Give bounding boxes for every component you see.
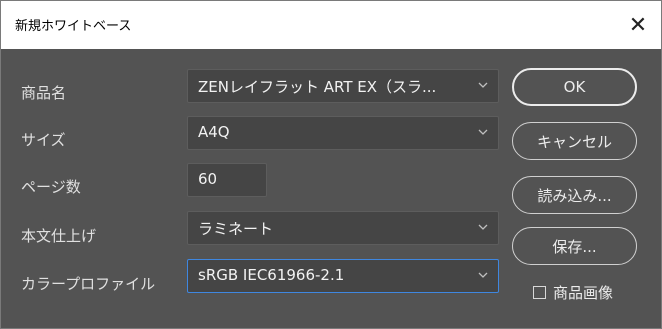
cancel-button[interactable]: キャンセル bbox=[512, 122, 637, 160]
body-finish-label: 本文仕上げ bbox=[21, 227, 97, 245]
color-profile-value: sRGB IEC61966-2.1 bbox=[198, 266, 345, 284]
ok-button[interactable]: OK bbox=[512, 68, 637, 106]
dialog-window: 新規ホワイトベース ✕ 商品名 ZENレイフラット ART EX（スラ... サ… bbox=[0, 0, 662, 329]
load-button[interactable]: 読み込み... bbox=[512, 176, 637, 214]
product-image-option[interactable]: 商品画像 bbox=[533, 282, 613, 302]
page-count-label: ページ数 bbox=[21, 178, 81, 196]
color-profile-select[interactable]: sRGB IEC61966-2.1 bbox=[187, 259, 499, 293]
color-profile-label: カラープロファイル bbox=[21, 275, 156, 293]
chevron-down-icon bbox=[478, 129, 488, 135]
size-value: A4Q bbox=[198, 123, 230, 141]
product-name-value: ZENレイフラット ART EX（スラ... bbox=[198, 78, 437, 96]
size-label: サイズ bbox=[21, 131, 66, 149]
product-image-label: 商品画像 bbox=[553, 283, 614, 302]
body-finish-value: ラミネート bbox=[198, 220, 274, 238]
page-count-input[interactable]: 60 bbox=[187, 163, 267, 197]
product-image-checkbox[interactable] bbox=[533, 285, 546, 299]
page-count-value: 60 bbox=[198, 170, 218, 188]
chevron-down-icon bbox=[478, 224, 488, 230]
body-finish-select[interactable]: ラミネート bbox=[187, 211, 499, 245]
save-button[interactable]: 保存... bbox=[512, 227, 637, 265]
product-name-select[interactable]: ZENレイフラット ART EX（スラ... bbox=[187, 69, 499, 103]
dialog-body: 商品名 ZENレイフラット ART EX（スラ... サイズ A4Q ページ数 … bbox=[1, 49, 661, 328]
chevron-down-icon bbox=[478, 82, 488, 88]
size-select[interactable]: A4Q bbox=[187, 116, 499, 150]
dialog-title: 新規ホワイトベース bbox=[15, 19, 132, 34]
product-name-label: 商品名 bbox=[21, 84, 67, 102]
close-icon[interactable]: ✕ bbox=[615, 1, 661, 49]
title-bar: 新規ホワイトベース ✕ bbox=[1, 1, 661, 49]
chevron-down-icon bbox=[478, 272, 488, 278]
